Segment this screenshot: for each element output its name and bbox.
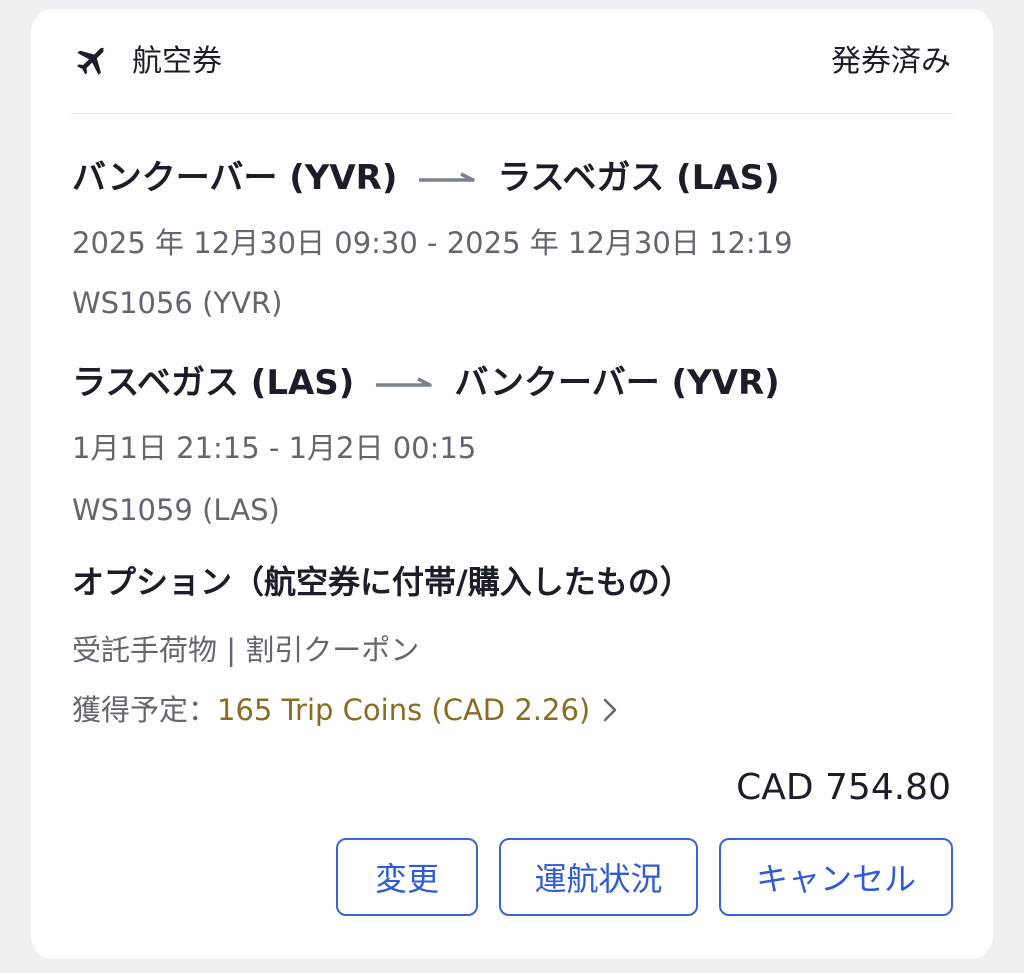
segment-flight-number: WS1056 (YVR) (72, 286, 283, 320)
ticket-status: 発券済み (831, 44, 951, 79)
flight-order-card: 航空券 発券済み バンクーバー (YVR) ラスベガス (LAS) 2025 年… (31, 9, 993, 959)
coins-value: 165 Trip Coins (CAD 2.26) (217, 693, 591, 727)
segment-destination: ラスベガス (LAS) (497, 158, 780, 198)
total-price: CAD 754.80 (736, 767, 951, 808)
card-title: 航空券 (132, 44, 222, 79)
segment-route-outbound: バンクーバー (YVR) ラスベガス (LAS) (72, 156, 780, 200)
options-items: 受託手荷物 | 割引クーポン (72, 633, 420, 667)
trip-coins-link[interactable]: 獲得予定： 165 Trip Coins (CAD 2.26) (72, 691, 620, 729)
segment-time: 1月1日 21:15 - 1月2日 00:15 (72, 431, 477, 465)
arrow-right-icon (376, 377, 433, 387)
segment-destination: バンクーバー (YVR) (454, 363, 780, 403)
cancel-button[interactable]: キャンセル (719, 838, 953, 916)
chevron-right-icon (604, 698, 617, 722)
options-title: オプション（航空券に付帯/購入したもの） (72, 563, 692, 601)
segment-origin: バンクーバー (YVR) (72, 158, 398, 198)
segment-time: 2025 年 12月30日 09:30 - 2025 年 12月30日 12:1… (72, 226, 793, 260)
change-button[interactable]: 変更 (336, 838, 478, 916)
segment-flight-number: WS1059 (LAS) (72, 493, 280, 527)
coins-label: 獲得予定： (72, 693, 218, 727)
card-header: 航空券 発券済み (31, 9, 993, 113)
segment-route-return: ラスベガス (LAS) バンクーバー (YVR) (72, 361, 780, 405)
flight-status-button[interactable]: 運航状況 (499, 838, 698, 916)
segment-origin: ラスベガス (LAS) (72, 363, 355, 403)
plane-icon (77, 47, 105, 75)
arrow-right-icon (419, 172, 476, 182)
header-divider (71, 113, 953, 114)
